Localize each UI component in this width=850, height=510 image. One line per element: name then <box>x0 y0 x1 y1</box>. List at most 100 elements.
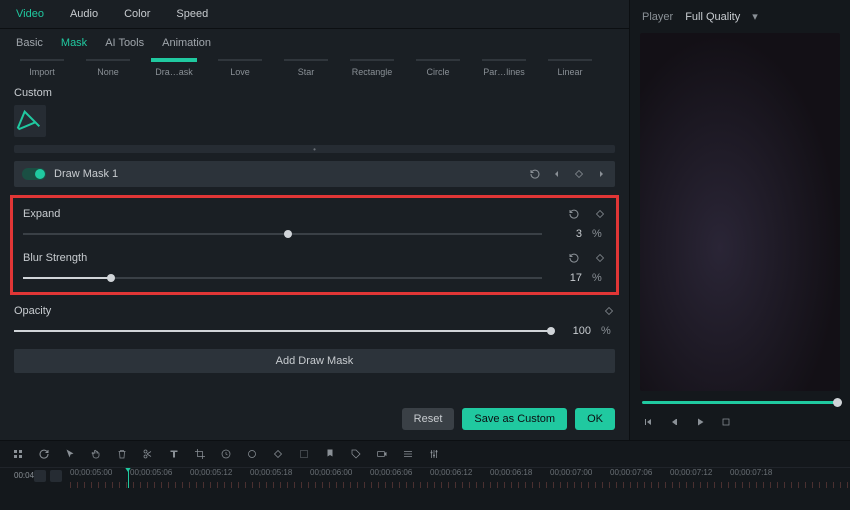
shape-parallel[interactable]: Par…lines <box>476 59 532 77</box>
collapse-handle[interactable]: • <box>14 145 615 153</box>
main-tabs: Video Audio Color Speed <box>0 0 629 29</box>
stop-icon[interactable] <box>720 416 732 428</box>
shape-rectangle[interactable]: Rectangle <box>344 59 400 77</box>
save-as-custom-button[interactable]: Save as Custom <box>462 408 567 430</box>
tl-grid-icon[interactable] <box>12 448 24 460</box>
footer-buttons: Reset Save as Custom OK <box>0 398 629 440</box>
opacity-label: Opacity <box>14 305 51 317</box>
blur-keyframe-icon[interactable] <box>594 252 606 264</box>
tl-color-icon[interactable] <box>246 448 258 460</box>
blur-value[interactable]: 17 <box>552 272 582 284</box>
blur-reset-icon[interactable] <box>568 252 580 264</box>
blur-label: Blur Strength <box>23 252 87 264</box>
timeline-stamp: 00;00:06:00 <box>310 468 370 477</box>
blur-slider[interactable] <box>23 277 542 279</box>
expand-slider[interactable] <box>23 233 542 235</box>
keyframe-next-icon[interactable] <box>595 168 607 180</box>
tl-keyframe-icon[interactable] <box>272 448 284 460</box>
tab-video[interactable]: Video <box>16 8 44 20</box>
step-back-icon[interactable] <box>668 416 680 428</box>
reset-button[interactable]: Reset <box>402 408 455 430</box>
tl-split-icon[interactable] <box>142 448 154 460</box>
timeline-ticks <box>70 482 850 488</box>
tl-hand-icon[interactable] <box>90 448 102 460</box>
expand-label: Expand <box>23 208 60 220</box>
timeline-stamp: 00;00:07:00 <box>550 468 610 477</box>
subtab-basic[interactable]: Basic <box>16 37 43 49</box>
player-panel: Player Full Quality ▾ <box>630 0 850 440</box>
subtab-mask[interactable]: Mask <box>61 37 87 49</box>
keyframe-prev-icon[interactable] <box>551 168 563 180</box>
tl-trash-icon[interactable] <box>116 448 128 460</box>
shape-draw-mask[interactable]: Dra…ask <box>146 59 202 77</box>
timeline-stamp: 00;00:05:12 <box>190 468 250 477</box>
player-quality-dropdown[interactable]: Full Quality <box>685 11 740 23</box>
add-draw-mask-button[interactable]: Add Draw Mask <box>14 349 615 373</box>
shape-none[interactable]: None <box>80 59 136 77</box>
tl-text-icon[interactable] <box>168 448 180 460</box>
opacity-slider[interactable] <box>14 330 551 332</box>
expand-keyframe-icon[interactable] <box>594 208 606 220</box>
shape-circle[interactable]: Circle <box>410 59 466 77</box>
reset-icon[interactable] <box>529 168 541 180</box>
keyframe-diamond-icon[interactable] <box>573 168 585 180</box>
blur-unit: % <box>592 272 606 284</box>
custom-label: Custom <box>0 79 629 105</box>
shape-linear[interactable]: Linear <box>542 59 598 77</box>
timeline-toolbar <box>0 441 850 468</box>
timeline: 00:04:18 00;00:05:00 00;00:05:06 00;00:0… <box>0 440 850 510</box>
timeline-stamp: 00;00:05:00 <box>70 468 130 477</box>
tl-chip-icon[interactable] <box>34 470 46 482</box>
mask-item-header: Draw Mask 1 <box>14 161 615 187</box>
shape-import[interactable]: Import <box>14 59 70 77</box>
player-scrubber[interactable] <box>642 401 838 404</box>
play-icon[interactable] <box>694 416 706 428</box>
shape-star[interactable]: Star <box>278 59 334 77</box>
subtab-aitools[interactable]: AI Tools <box>105 37 144 49</box>
highlighted-section: Expand 3 % <box>10 195 619 295</box>
mask-shape-row: Import None Dra…ask Love Star Rectangle … <box>0 57 629 79</box>
tl-marker-icon[interactable] <box>324 448 336 460</box>
tl-speed-icon[interactable] <box>220 448 232 460</box>
tl-record-icon[interactable] <box>376 448 388 460</box>
ok-button[interactable]: OK <box>575 408 615 430</box>
tl-track-icon[interactable] <box>402 448 414 460</box>
prop-opacity: Opacity 100 % <box>0 301 629 337</box>
expand-reset-icon[interactable] <box>568 208 580 220</box>
prop-expand: Expand 3 % <box>19 204 610 240</box>
opacity-keyframe-icon[interactable] <box>603 305 615 317</box>
prop-blur: Blur Strength 17 % <box>19 248 610 284</box>
app-root: Video Audio Color Speed Basic Mask AI To… <box>0 0 850 510</box>
chevron-down-icon[interactable]: ▾ <box>752 10 758 23</box>
mask-name: Draw Mask 1 <box>54 168 118 180</box>
tl-tag-icon[interactable] <box>350 448 362 460</box>
tl-chip-icon[interactable] <box>50 470 62 482</box>
pen-icon <box>14 105 46 137</box>
tl-select-icon[interactable] <box>298 448 310 460</box>
tl-redo-icon[interactable] <box>38 448 50 460</box>
timeline-stamp: 00;00:05:06 <box>130 468 190 477</box>
tl-mixer-icon[interactable] <box>428 448 440 460</box>
tab-speed[interactable]: Speed <box>176 8 208 20</box>
timeline-stamp: 00;00:07:06 <box>610 468 670 477</box>
timeline-stamp: 00;00:07:12 <box>670 468 730 477</box>
player-viewport[interactable] <box>640 33 840 391</box>
timeline-stamp: 00;00:06:06 <box>370 468 430 477</box>
player-controls <box>630 410 850 440</box>
subtab-animation[interactable]: Animation <box>162 37 211 49</box>
opacity-value[interactable]: 100 <box>561 325 591 337</box>
custom-pen-tool[interactable] <box>14 105 46 137</box>
prev-frame-icon[interactable] <box>642 416 654 428</box>
timeline-playhead[interactable] <box>128 468 129 488</box>
expand-value[interactable]: 3 <box>552 228 582 240</box>
tab-audio[interactable]: Audio <box>70 8 98 20</box>
mask-enable-toggle[interactable] <box>22 168 46 180</box>
tl-crop-icon[interactable] <box>194 448 206 460</box>
tl-cursor-icon[interactable] <box>64 448 76 460</box>
tab-color[interactable]: Color <box>124 8 150 20</box>
opacity-unit: % <box>601 325 615 337</box>
timeline-stamp: 00;00:06:12 <box>430 468 490 477</box>
timeline-ruler[interactable]: 00:04:18 00;00:05:00 00;00:05:06 00;00:0… <box>0 468 850 488</box>
shape-love[interactable]: Love <box>212 59 268 77</box>
top-area: Video Audio Color Speed Basic Mask AI To… <box>0 0 850 440</box>
